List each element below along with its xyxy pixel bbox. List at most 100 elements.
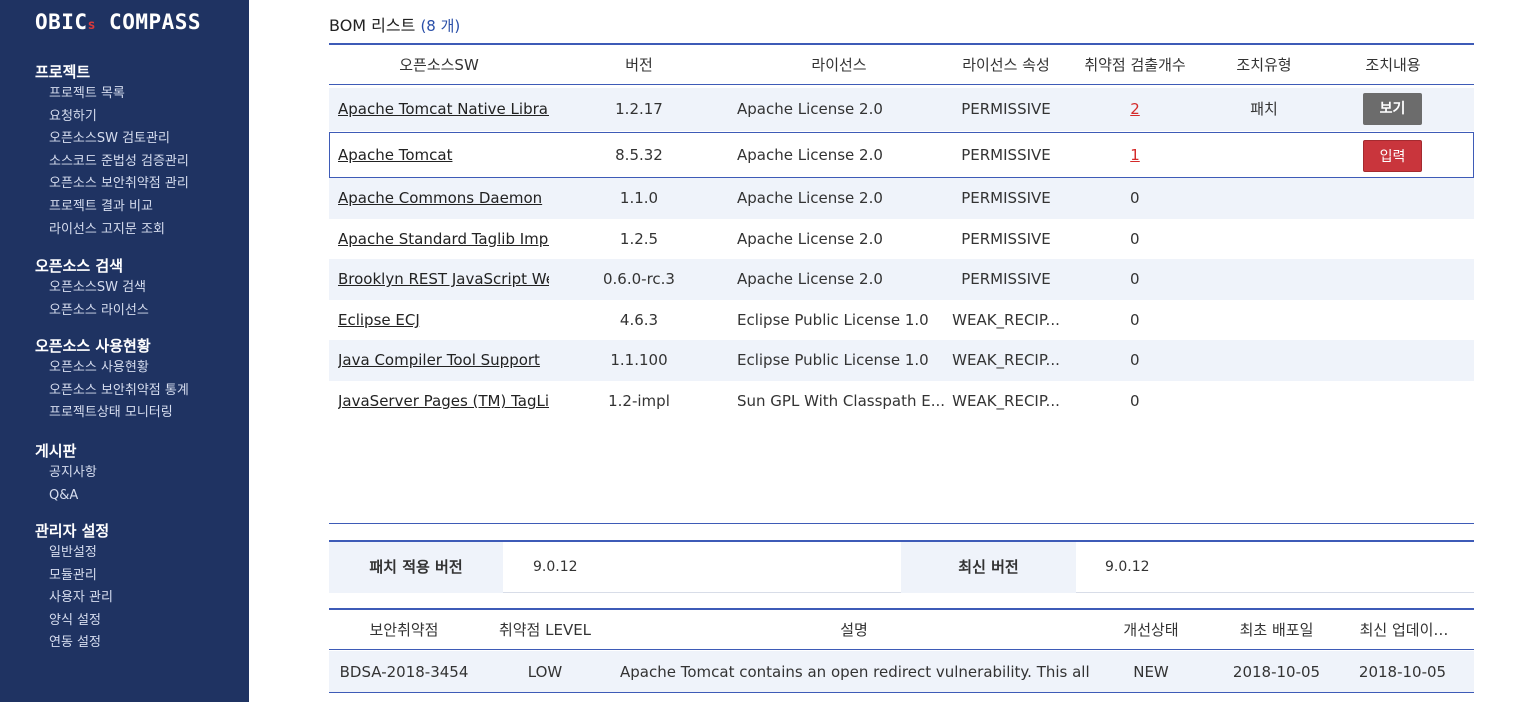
oss-version: 1.1.0	[619, 189, 659, 207]
nav-item-notice[interactable]: 공지사항	[35, 462, 97, 485]
oss-license: Apache License 2.0	[737, 230, 883, 248]
col-header-oss-sw[interactable]: 오픈소스SW	[329, 45, 549, 85]
nav-item-project-monitoring[interactable]: 프로젝트상태 모니터링	[35, 402, 189, 425]
col-header-latest-update[interactable]: 최신 업데이…	[1339, 610, 1469, 650]
col-header-vuln-level[interactable]: 취약점 LEVEL	[485, 610, 605, 650]
oss-license-attr: WEAK_RECIP...	[952, 311, 1060, 329]
oss-license: Apache License 2.0	[737, 100, 883, 118]
nav-item-compliance[interactable]: 소스코드 준법성 검증관리	[35, 151, 189, 174]
oss-license: Eclipse Public License 1.0	[737, 351, 929, 369]
vuln-count-link[interactable]: 1	[1130, 146, 1140, 164]
oss-license-attr: PERMISSIVE	[961, 100, 1051, 118]
oss-license-attr: PERMISSIVE	[961, 189, 1051, 207]
nav-item-license-notice[interactable]: 라이선스 고지문 조회	[35, 219, 189, 242]
oss-license: Apache License 2.0	[737, 189, 883, 207]
bom-row[interactable]: Apache Tomcat Native Library 1.2.17 Apac…	[329, 88, 1474, 131]
patch-version-box: 패치 적용 버전 9.0.12 최신 버전 9.0.12	[329, 540, 1474, 593]
nav-item-form-settings[interactable]: 양식 설정	[35, 610, 113, 633]
nav-title-oss-usage[interactable]: 오픈소스 사용현황	[35, 335, 189, 357]
vuln-count: 0	[1130, 392, 1140, 410]
action-type: 패치	[1250, 100, 1278, 118]
bom-row[interactable]: Apache Standard Taglib Implementation 1.…	[329, 219, 1474, 260]
oss-name-link[interactable]: Brooklyn REST JavaScript Web GUI	[338, 259, 549, 300]
nav-item-user-management[interactable]: 사용자 관리	[35, 587, 113, 610]
nav-item-oss-review[interactable]: 오픈소스SW 검토관리	[35, 128, 189, 151]
col-header-first-release[interactable]: 최초 배포일	[1219, 610, 1334, 650]
oss-license: Apache License 2.0	[737, 270, 883, 288]
oss-name-link[interactable]: Apache Tomcat	[338, 133, 549, 177]
oss-license: Eclipse Public License 1.0	[737, 311, 929, 329]
oss-name-link[interactable]: JavaServer Pages (TM) TagLib	[338, 381, 549, 422]
bom-row[interactable]: JavaServer Pages (TM) TagLib 1.2-impl Su…	[329, 381, 1474, 422]
oss-name-link[interactable]: Apache Standard Taglib Implementation	[338, 219, 549, 260]
bom-row[interactable]: Brooklyn REST JavaScript Web GUI 0.6.0-r…	[329, 259, 1474, 300]
nav-title-oss-search[interactable]: 오픈소스 검색	[35, 255, 149, 277]
oss-version: 0.6.0-rc.3	[603, 270, 675, 288]
nav-title-board[interactable]: 게시판	[35, 440, 97, 462]
nav-item-project-list[interactable]: 프로젝트 목록	[35, 83, 189, 106]
section-divider	[329, 523, 1474, 524]
bom-row[interactable]: Apache Commons Daemon 1.1.0 Apache Licen…	[329, 178, 1474, 219]
vuln-first-release: 2018-10-05	[1232, 663, 1321, 681]
nav-item-oss-license[interactable]: 오픈소스 라이선스	[35, 300, 149, 323]
col-header-action[interactable]: 조치내용	[1343, 45, 1443, 85]
oss-version: 1.2.5	[619, 230, 659, 248]
vuln-level: LOW	[527, 663, 563, 681]
nav-item-oss-sw-search[interactable]: 오픈소스SW 검색	[35, 277, 149, 300]
nav-title-project[interactable]: 프로젝트	[35, 61, 189, 83]
oss-name-link[interactable]: Apache Commons Daemon	[338, 178, 549, 219]
latest-version-label: 최신 버전	[901, 542, 1076, 593]
nav-item-vuln-management[interactable]: 오픈소스 보안취약점 관리	[35, 173, 189, 196]
oss-license: Apache License 2.0	[737, 146, 883, 164]
vuln-count-cell: 1	[1070, 133, 1200, 177]
col-header-fix-status[interactable]: 개선상태	[1101, 610, 1201, 650]
vuln-id: BDSA-2018-3454	[339, 663, 469, 681]
nav-item-general-settings[interactable]: 일반설정	[35, 542, 113, 565]
nav-item-module-management[interactable]: 모듈관리	[35, 565, 113, 588]
col-header-vuln-count[interactable]: 취약점 검출개수	[1070, 45, 1200, 85]
oss-license-attr: PERMISSIVE	[961, 270, 1051, 288]
nav-item-request[interactable]: 요청하기	[35, 106, 189, 129]
nav-item-integration-settings[interactable]: 연동 설정	[35, 632, 113, 655]
vuln-count-link[interactable]: 2	[1130, 100, 1140, 118]
nav-item-vuln-stats[interactable]: 오픈소스 보안취약점 통계	[35, 380, 189, 403]
vuln-count: 0	[1130, 189, 1140, 207]
col-header-vuln-id[interactable]: 보안취약점	[329, 610, 479, 650]
col-header-license-attr[interactable]: 라이선스 속성	[946, 45, 1066, 85]
view-button[interactable]: 보기	[1363, 93, 1422, 125]
oss-license-attr: WEAK_RECIP...	[952, 392, 1060, 410]
oss-version: 8.5.32	[615, 146, 663, 164]
patch-applied-label: 패치 적용 버전	[329, 542, 503, 593]
vuln-description: Apache Tomcat contains an open redirect …	[620, 663, 1090, 681]
col-header-license[interactable]: 라이선스	[729, 45, 949, 85]
vuln-latest-update: 2018-10-05	[1358, 663, 1447, 681]
bom-row[interactable]: Eclipse ECJ 4.6.3 Eclipse Public License…	[329, 300, 1474, 341]
nav-item-qna[interactable]: Q&A	[35, 485, 97, 508]
vuln-table-row[interactable]: BDSA-2018-3454 LOW Apache Tomcat contain…	[329, 651, 1474, 693]
nav-item-usage-status[interactable]: 오픈소스 사용현황	[35, 357, 189, 380]
oss-name-link[interactable]: Eclipse ECJ	[338, 300, 549, 341]
oss-license: Sun GPL With Classpath E...	[737, 392, 946, 410]
vuln-fix-status: NEW	[1133, 663, 1169, 681]
vuln-count: 0	[1130, 311, 1140, 329]
bom-row-selected[interactable]: Apache Tomcat 8.5.32 Apache License 2.0 …	[329, 132, 1474, 178]
bom-row[interactable]: Java Compiler Tool Support 1.1.100 Eclip…	[329, 340, 1474, 381]
col-header-description[interactable]: 설명	[609, 610, 1099, 650]
vuln-count: 0	[1130, 230, 1140, 248]
latest-version-value: 9.0.12	[1105, 559, 1150, 575]
nav-item-result-compare[interactable]: 프로젝트 결과 비교	[35, 196, 189, 219]
col-header-version[interactable]: 버전	[589, 45, 689, 85]
col-header-action-type[interactable]: 조치유형	[1214, 45, 1314, 85]
patch-applied-value: 9.0.12	[533, 559, 578, 575]
nav-title-admin[interactable]: 관리자 설정	[35, 520, 113, 542]
oss-version: 1.2-impl	[608, 392, 670, 410]
oss-name-link[interactable]: Java Compiler Tool Support	[338, 340, 549, 381]
bom-list-title-text: BOM 리스트	[329, 16, 416, 35]
input-button[interactable]: 입력	[1363, 140, 1422, 172]
bom-count: (8 개)	[420, 17, 461, 35]
oss-name-link[interactable]: Apache Tomcat Native Library	[338, 88, 549, 131]
oss-license-attr: PERMISSIVE	[961, 146, 1051, 164]
vuln-table-header: 보안취약점 취약점 LEVEL 설명 개선상태 최초 배포일 최신 업데이…	[329, 608, 1474, 650]
logo[interactable]: OBICs COMPASS	[35, 10, 201, 34]
nav-group-project: 프로젝트 프로젝트 목록 요청하기 오픈소스SW 검토관리 소스코드 준법성 검…	[35, 61, 189, 241]
